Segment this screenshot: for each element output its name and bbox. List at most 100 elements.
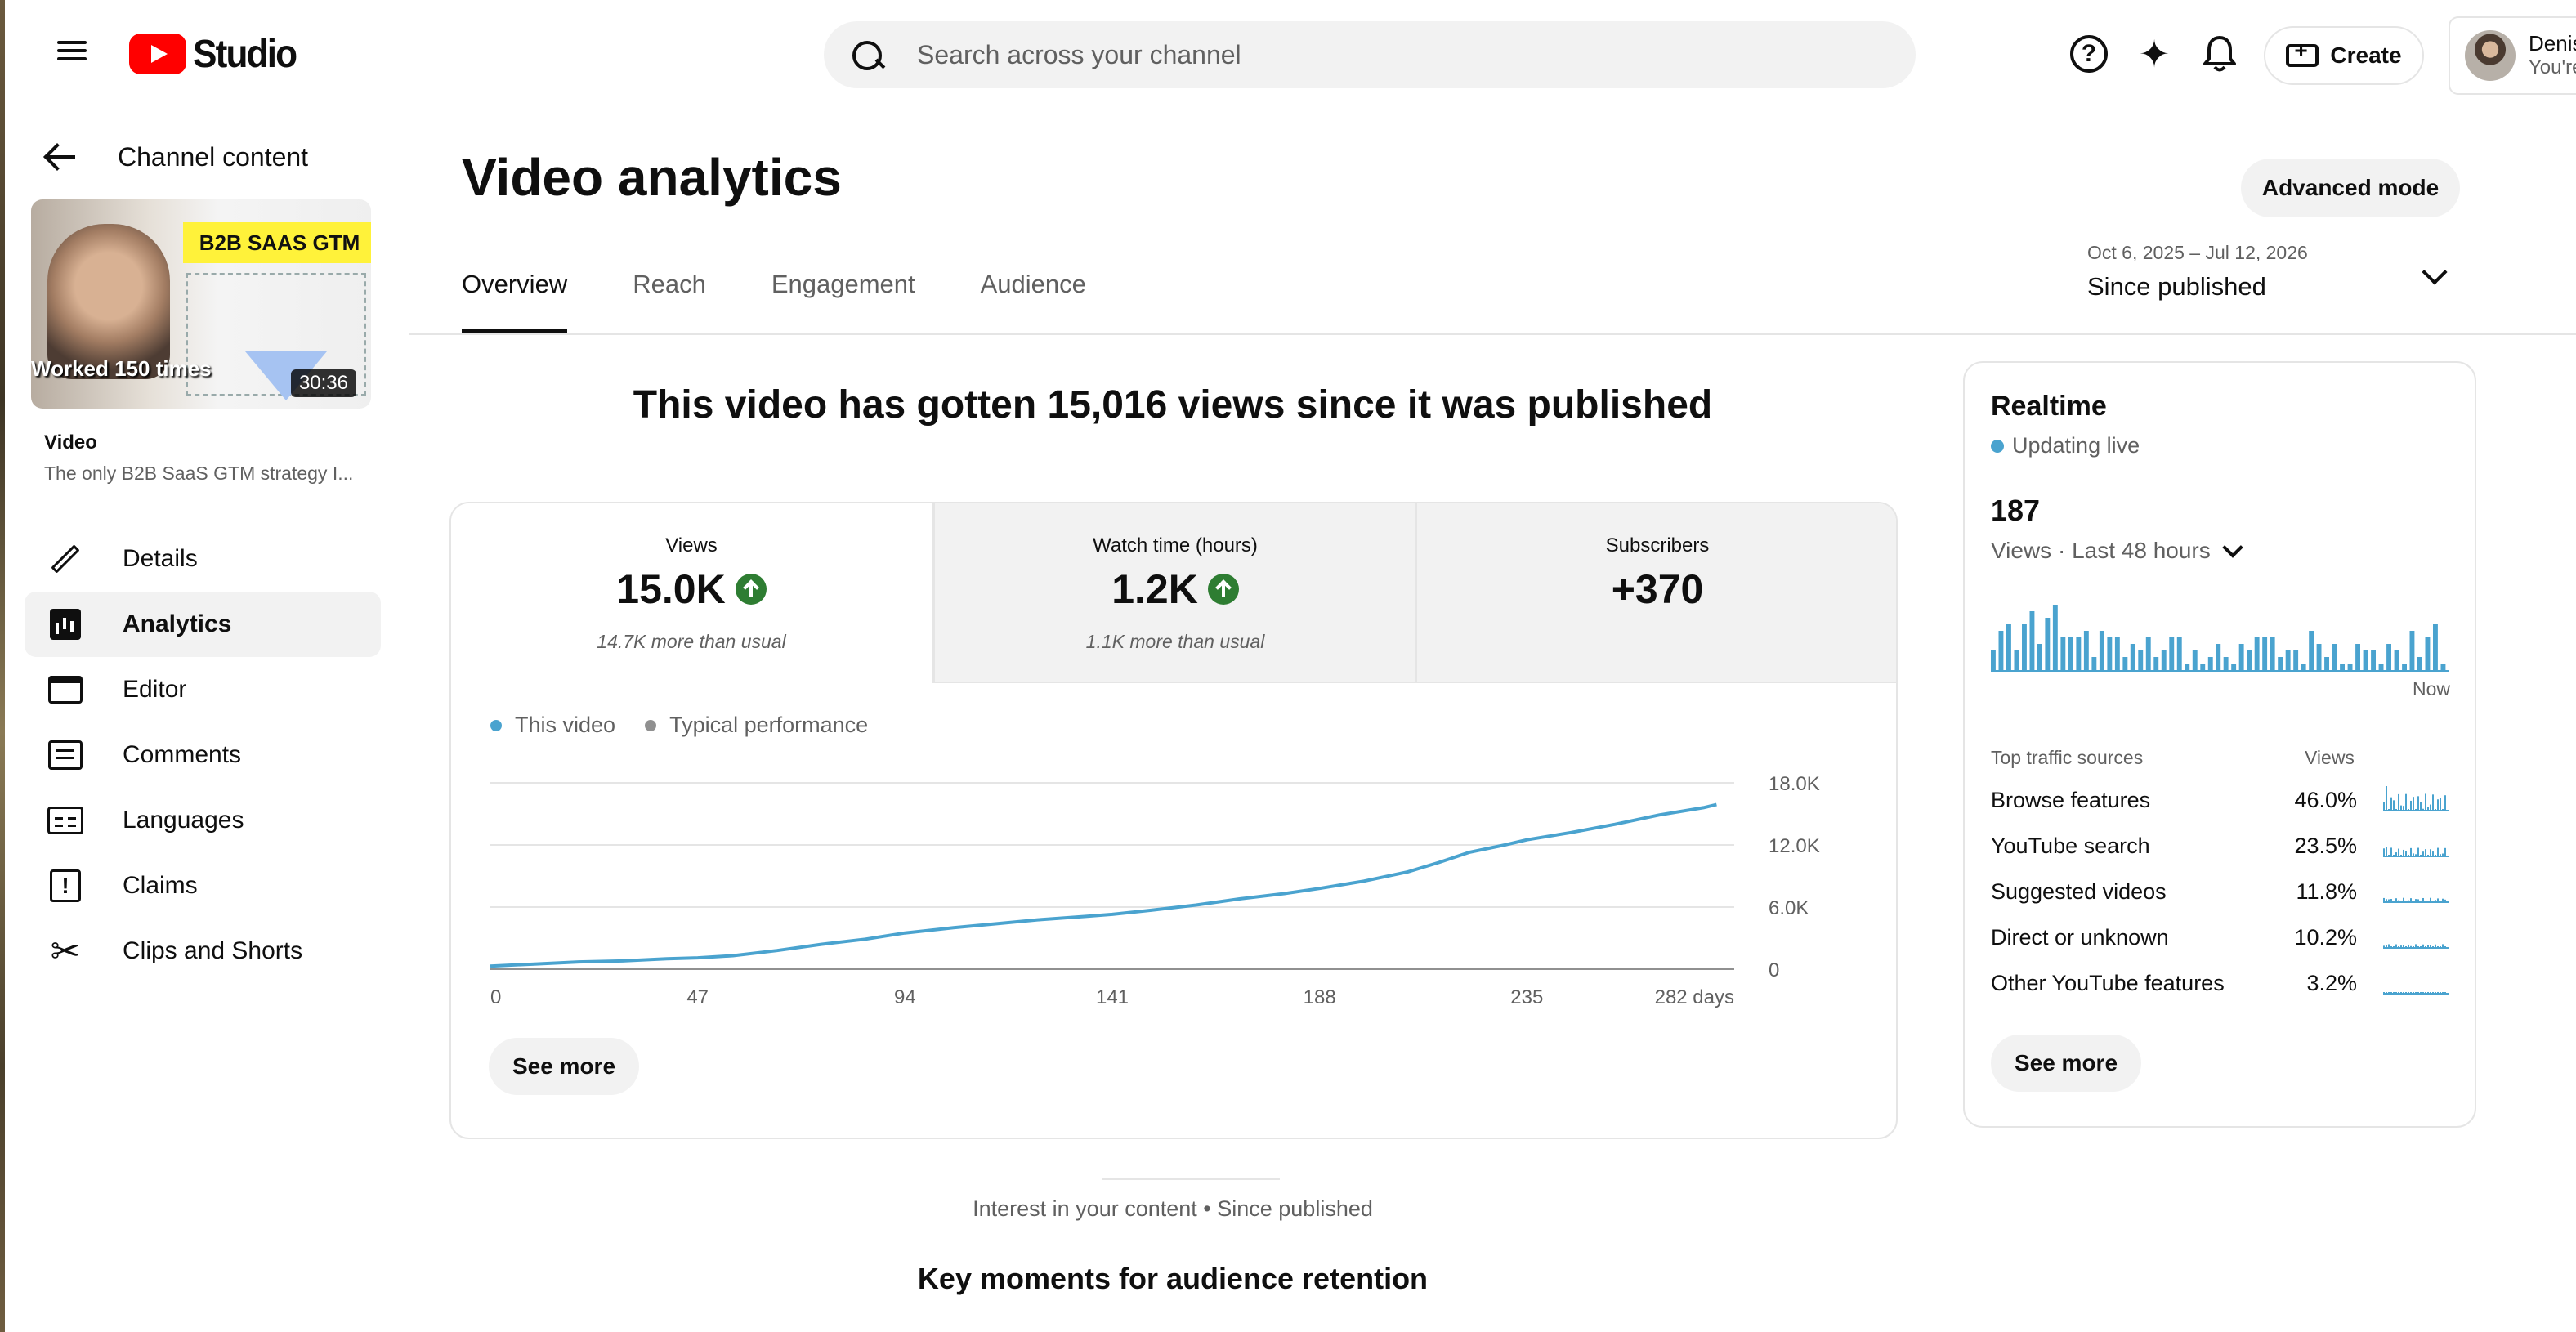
sparkline-bar — [2420, 992, 2422, 994]
back-arrow-icon[interactable] — [42, 141, 78, 173]
realtime-bar — [2402, 664, 2407, 670]
sparkline-bar — [2405, 992, 2407, 994]
sparkline-bar — [2400, 901, 2402, 902]
sparkline-bar — [2395, 944, 2397, 948]
date-range-picker[interactable]: Oct 6, 2025 – Jul 12, 2026 Since publish… — [2087, 242, 2308, 302]
series-line-this-video — [490, 802, 1717, 968]
sparkline-bar — [2398, 793, 2399, 811]
tab-reach[interactable]: Reach — [633, 270, 706, 333]
traffic-source-row: YouTube search 23.5% — [1991, 834, 2449, 879]
tab-audience[interactable]: Audience — [981, 270, 1086, 333]
sparkline-bar — [2437, 799, 2439, 811]
sparkline-bar — [2383, 848, 2385, 856]
sidebar-item-clips-and-shorts[interactable]: ✂ Clips and Shorts — [25, 919, 381, 984]
metric-value: +370 — [1611, 566, 1704, 612]
video-title[interactable]: The only B2B SaaS GTM strategy I... — [44, 463, 371, 485]
advanced-mode-button[interactable]: Advanced mode — [2241, 159, 2460, 217]
sparkline-bar — [2408, 900, 2409, 902]
analytics-tabs: Overview Reach Engagement Audience — [462, 270, 1152, 333]
editor-icon — [44, 668, 87, 711]
sparkline-bar — [2430, 804, 2431, 811]
sparkline-bar — [2383, 945, 2385, 948]
sparkline-bar — [2437, 898, 2439, 902]
x-tick-label: 188 — [1304, 986, 1336, 1008]
realtime-bar — [2332, 644, 2337, 670]
search-input[interactable] — [917, 39, 1816, 70]
realtime-bar — [2324, 657, 2329, 670]
sidebar-item-languages[interactable]: Languages — [25, 788, 381, 853]
search-icon[interactable] — [824, 21, 889, 88]
realtime-bar — [2014, 650, 2019, 670]
claims-icon: ! — [44, 865, 87, 907]
sparkline-bar — [2390, 899, 2392, 902]
create-button[interactable]: Create — [2264, 26, 2424, 85]
search-bar[interactable] — [824, 21, 1916, 88]
studio-logo[interactable]: Studio — [129, 31, 305, 77]
traffic-source-name: Browse features — [1991, 788, 2151, 812]
realtime-card: Realtime Updating live 187 Views · Last … — [1963, 361, 2476, 1128]
sidebar-item-label: Claims — [123, 872, 198, 899]
sparkline-bar — [2383, 802, 2385, 811]
realtime-bar — [1998, 631, 2004, 670]
chevron-down-icon[interactable] — [2422, 259, 2448, 285]
traffic-source-name: Direct or unknown — [1991, 925, 2169, 950]
sparkline-bar — [2390, 946, 2392, 948]
realtime-see-more-button[interactable]: See more — [1991, 1035, 2141, 1092]
realtime-bar — [2363, 650, 2368, 670]
sparkline-bar — [2432, 851, 2434, 856]
sparkline-bar — [2425, 793, 2426, 811]
notifications-bell-icon[interactable] — [2198, 33, 2241, 75]
see-more-button[interactable]: See more — [489, 1038, 639, 1095]
sparkline-bar — [2417, 899, 2419, 902]
video-thumbnail[interactable]: B2B SAAS GTM Worked 150 times 30:36 — [31, 199, 371, 409]
sidebar-item-details[interactable]: Details — [25, 526, 381, 592]
sidebar-item-editor[interactable]: Editor — [25, 657, 381, 722]
sparkline-bar — [2427, 901, 2429, 902]
sparkline-bar — [2413, 992, 2414, 994]
realtime-bar — [2285, 650, 2291, 670]
sparkle-icon[interactable]: ✦ — [2133, 33, 2176, 75]
realtime-bar — [2417, 657, 2422, 670]
realtime-bar — [2083, 631, 2089, 670]
sparkline-bar — [2388, 899, 2390, 902]
languages-icon — [44, 799, 87, 842]
metric-views[interactable]: Views 15.0K 14.7K more than usual — [451, 503, 933, 683]
sparkline-bar — [2390, 847, 2392, 856]
back-to-channel-content[interactable]: Channel content — [42, 132, 308, 181]
sidebar-item-analytics[interactable]: Analytics — [25, 592, 381, 657]
sparkline-bar — [2427, 992, 2429, 994]
realtime-bar — [2052, 605, 2058, 670]
account-switcher[interactable]: Denis You're — [2449, 16, 2576, 95]
realtime-bar — [2107, 637, 2113, 670]
sidebar-item-comments[interactable]: Comments — [25, 722, 381, 788]
sparkline-bar — [2442, 853, 2444, 856]
sidebar-item-claims[interactable]: ! Claims — [25, 853, 381, 919]
realtime-bar — [2223, 657, 2229, 670]
sparkline-bar — [2417, 796, 2419, 811]
metric-watch-time[interactable]: Watch time (hours) 1.2K 1.1K more than u… — [933, 503, 1415, 683]
realtime-bar — [2301, 664, 2306, 670]
realtime-bar — [2068, 637, 2073, 670]
overview-chart-card: Views 15.0K 14.7K more than usual Watch … — [449, 502, 1898, 1139]
sparkline-bar — [2400, 805, 2402, 811]
realtime-period-dropdown[interactable]: Views · Last 48 hours — [1991, 537, 2243, 564]
sparkline-bar — [2440, 854, 2441, 856]
video-duration: 30:36 — [290, 369, 356, 397]
realtime-bar-chart[interactable] — [1991, 600, 2449, 673]
scissors-icon: ✂ — [50, 931, 81, 972]
metric-subscribers[interactable]: Subscribers +370 — [1415, 503, 1896, 683]
sparkline-bar — [2422, 944, 2424, 948]
realtime-bar — [2122, 657, 2128, 670]
sparkline-bar — [2425, 901, 2426, 902]
tab-engagement[interactable]: Engagement — [771, 270, 915, 333]
realtime-bar — [2238, 644, 2244, 670]
tab-overview[interactable]: Overview — [462, 270, 568, 333]
views-line-chart[interactable]: 0 6.0K 12.0K 18.0K 0 47 94 141 188 235 282 days — [451, 749, 1898, 1043]
realtime-bar — [1991, 650, 1996, 670]
hamburger-menu-icon[interactable] — [49, 36, 95, 72]
sparkline-bar — [2432, 992, 2434, 994]
help-icon[interactable]: ? — [2068, 33, 2110, 75]
sparkline-bar — [2398, 900, 2399, 902]
sparkline-bar — [2393, 992, 2395, 994]
sparkline-bar — [2398, 848, 2399, 856]
